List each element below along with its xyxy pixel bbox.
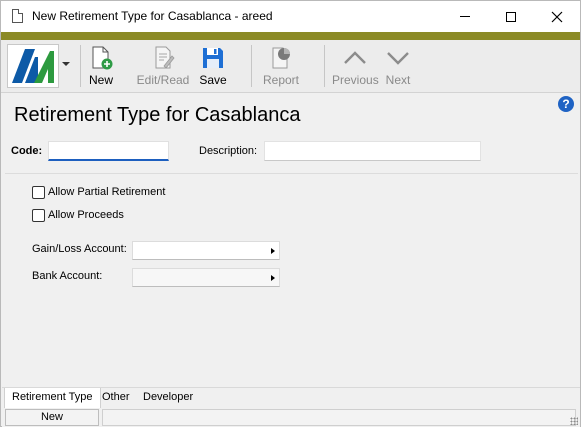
- edit-read-button[interactable]: Edit/Read: [135, 43, 191, 89]
- tab-other[interactable]: Other: [95, 388, 137, 409]
- allow-proceeds-checkbox[interactable]: Allow Proceeds: [32, 207, 124, 223]
- bank-account-label: Bank Account:: [32, 270, 103, 282]
- form-area: Retirement Type for Casablanca ? Code: D…: [2, 93, 580, 387]
- tab-strip: Retirement Type Other Developer: [2, 387, 580, 409]
- lookup-arrow-icon[interactable]: [271, 275, 275, 281]
- description-label: Description:: [199, 145, 258, 157]
- title-bar[interactable]: New Retirement Type for Casablanca - are…: [1, 1, 580, 32]
- checkbox-box[interactable]: [32, 208, 45, 222]
- save-button[interactable]: Save: [197, 43, 229, 89]
- report-button[interactable]: Report: [259, 43, 303, 89]
- app-menu-dropdown-arrow[interactable]: [62, 62, 70, 66]
- checkbox-box[interactable]: [32, 185, 45, 199]
- edit-document-icon: [155, 46, 175, 69]
- status-mode: New: [5, 409, 99, 426]
- help-icon[interactable]: ?: [558, 96, 574, 112]
- bank-account-lookup[interactable]: [132, 268, 280, 287]
- chevron-down-icon: [387, 52, 409, 65]
- checkbox-label: Allow Proceeds: [48, 209, 124, 221]
- gain-loss-account-label: Gain/Loss Account:: [32, 243, 127, 255]
- status-bar: New: [2, 408, 580, 427]
- toolbar: New Edit/Read Save Report Previous Next: [1, 40, 580, 105]
- tab-retirement-type[interactable]: Retirement Type: [4, 388, 101, 409]
- minimize-icon: [460, 16, 470, 17]
- new-document-icon: [92, 46, 113, 70]
- previous-button[interactable]: Previous: [332, 43, 379, 89]
- next-button-label: Next: [385, 73, 411, 87]
- previous-button-label: Previous: [332, 73, 379, 87]
- toolbar-separator: [324, 45, 325, 87]
- close-button[interactable]: [534, 1, 580, 32]
- app-window: New Retirement Type for Casablanca - are…: [0, 0, 581, 427]
- save-disk-icon: [203, 48, 223, 68]
- page-title: Retirement Type for Casablanca: [14, 104, 301, 126]
- lookup-arrow-icon[interactable]: [271, 248, 275, 254]
- tab-developer[interactable]: Developer: [136, 388, 200, 409]
- document-icon: [12, 9, 23, 23]
- close-icon: [551, 11, 563, 22]
- toolbar-separator: [80, 45, 81, 87]
- window-title: New Retirement Type for Casablanca - are…: [32, 9, 273, 23]
- report-icon: [272, 47, 290, 69]
- description-field[interactable]: [264, 141, 481, 161]
- toolbar-separator: [251, 45, 252, 87]
- retirement-type-panel: Allow Partial Retirement Allow Proceeds …: [5, 173, 578, 385]
- next-button[interactable]: Next: [382, 43, 414, 89]
- app-logo-icon: [12, 49, 54, 83]
- save-button-label: Save: [199, 73, 227, 87]
- code-field[interactable]: [48, 141, 169, 161]
- code-label: Code:: [11, 145, 43, 157]
- maximize-icon: [506, 11, 516, 22]
- app-logo-button[interactable]: [7, 44, 59, 88]
- gain-loss-account-lookup[interactable]: [132, 241, 280, 260]
- new-button-label: New: [88, 73, 113, 87]
- resize-grip-icon[interactable]: [570, 417, 578, 425]
- edit-read-button-label: Edit/Read: [136, 73, 190, 87]
- maximize-button[interactable]: [488, 1, 534, 32]
- chevron-up-icon: [344, 51, 366, 64]
- accent-bar: [1, 32, 580, 40]
- checkbox-label: Allow Partial Retirement: [48, 186, 166, 198]
- allow-partial-retirement-checkbox[interactable]: Allow Partial Retirement: [32, 184, 165, 200]
- status-panel: [102, 409, 576, 426]
- report-button-label: Report: [262, 73, 300, 87]
- new-button[interactable]: New: [85, 43, 117, 89]
- minimize-button[interactable]: [442, 1, 488, 32]
